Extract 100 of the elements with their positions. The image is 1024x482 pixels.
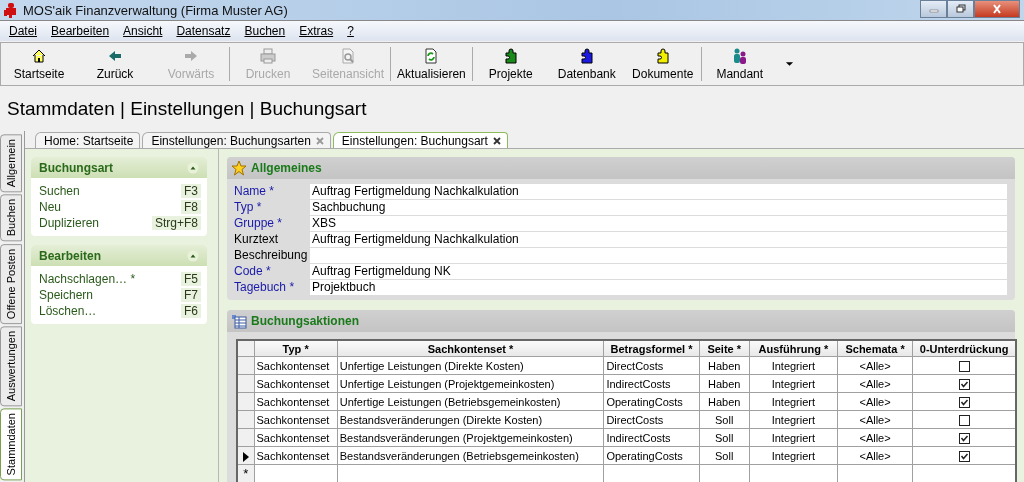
- table-cell: Sachkontenset: [254, 356, 338, 375]
- minimize-button[interactable]: [920, 0, 947, 18]
- section-title: Allgemeines: [251, 161, 322, 175]
- menu-item[interactable]: Bearbeiten: [44, 24, 117, 38]
- toolbar-button[interactable]: Dokumente: [624, 43, 701, 85]
- table-cell: <Alle>: [837, 392, 913, 411]
- field-label: Tagebuch *: [234, 280, 296, 295]
- close-icon[interactable]: [492, 136, 501, 145]
- close-icon: [991, 4, 1003, 14]
- table-cell: Integriert: [749, 410, 838, 429]
- menu-item[interactable]: Extras: [292, 24, 341, 38]
- field-label: Kurztext: [234, 232, 279, 247]
- row-header: [237, 340, 255, 357]
- table-cell: Haben: [699, 392, 750, 411]
- column-header[interactable]: Betragsformel *: [603, 340, 700, 357]
- toolbar-button[interactable]: Zurück: [77, 43, 153, 85]
- table-cell: Integriert: [749, 428, 838, 447]
- text-field[interactable]: Auftrag Fertigmeldung Nachkalkulation: [310, 184, 1007, 199]
- restore-icon: [954, 4, 967, 14]
- menu-item[interactable]: Datensatz: [169, 24, 238, 38]
- text-field[interactable]: [310, 248, 1007, 263]
- section-title: Buchungsaktionen: [251, 314, 359, 328]
- table-cell: DirectCosts: [603, 410, 700, 429]
- table-cell: Soll: [699, 428, 750, 447]
- text-field[interactable]: Auftrag Fertigmeldung Nachkalkulation: [310, 232, 1007, 247]
- checkbox[interactable]: [958, 378, 970, 390]
- magnifier-page-icon: [340, 47, 356, 64]
- printer-icon: [260, 47, 276, 64]
- task-link[interactable]: Duplizieren: [39, 216, 100, 230]
- menu-item[interactable]: ?: [340, 24, 361, 38]
- page-heading: Stammdaten | Einstellungen | Buchungsart: [6, 97, 368, 121]
- row-header[interactable]: [237, 446, 255, 465]
- column-header[interactable]: Schemata *: [837, 340, 913, 357]
- collapse-icon[interactable]: [187, 161, 199, 174]
- caret-icon: [785, 61, 795, 67]
- puzzle-icon: [502, 47, 519, 64]
- toolbar-button[interactable]: Mandant: [701, 43, 778, 85]
- table-cell: <Alle>: [837, 410, 913, 429]
- puzzle-icon: [654, 47, 671, 64]
- menu-item[interactable]: Datei: [2, 24, 44, 38]
- table-cell: <Alle>: [837, 446, 913, 465]
- table-cell: Unfertige Leistungen (Projektgemeinkosten): [337, 374, 604, 393]
- text-field[interactable]: XBS: [310, 216, 1007, 231]
- column-header[interactable]: Seite *: [699, 340, 750, 357]
- table-cell: Bestandsveränderungen (Projektgemeinkosten): [337, 428, 604, 447]
- table-cell: Bestandsveränderungen (Direkte Kosten): [337, 410, 604, 429]
- checkbox[interactable]: [958, 432, 970, 444]
- side-tab[interactable]: Allgemein: [0, 134, 22, 193]
- restore-button[interactable]: [947, 0, 974, 18]
- task-link[interactable]: Löschen…: [39, 304, 97, 318]
- side-tab[interactable]: Offene Posten: [0, 243, 22, 324]
- field-label: Code *: [234, 264, 272, 279]
- field-label: Gruppe *: [234, 216, 284, 231]
- column-header[interactable]: Typ *: [254, 340, 338, 357]
- toolbar-button[interactable]: Aktualisieren: [391, 43, 472, 85]
- column-header[interactable]: 0-Unterdrückung: [912, 340, 1016, 357]
- task-link[interactable]: Speichern: [39, 288, 94, 302]
- toolbar-button[interactable]: Startseite: [1, 43, 77, 85]
- table-cell: Haben: [699, 374, 750, 393]
- toolbar-button[interactable]: Datenbank: [548, 43, 625, 85]
- task-link[interactable]: Suchen: [39, 184, 80, 198]
- table-cell: Integriert: [749, 446, 838, 465]
- text-field[interactable]: Projektbuch: [310, 280, 1007, 295]
- shortcut-key: F8: [181, 200, 201, 214]
- menu-item[interactable]: Ansicht: [116, 24, 170, 38]
- table-cell: Sachkontenset: [254, 446, 338, 465]
- document-tab[interactable]: Home: Startseite: [35, 132, 141, 148]
- refresh-icon: [423, 47, 440, 64]
- table-cell: Unfertige Leistungen (Betriebsgemeinkosten): [337, 392, 604, 411]
- document-tab[interactable]: Einstellungen: Buchungsarten: [142, 132, 331, 148]
- table-cell: Sachkontenset: [254, 374, 338, 393]
- side-tab[interactable]: Buchen: [0, 194, 22, 242]
- column-header[interactable]: Ausführung *: [749, 340, 838, 357]
- toolbar-button[interactable]: Projekte: [472, 43, 549, 85]
- table-cell: IndirectCosts: [603, 428, 700, 447]
- document-tab[interactable]: Einstellungen: Buchungsart: [332, 132, 508, 148]
- checkbox[interactable]: [958, 396, 970, 408]
- app-icon: [3, 2, 19, 18]
- shortcut-key: Strg+F8: [151, 216, 201, 230]
- side-tab[interactable]: Auswertungen: [0, 325, 22, 407]
- task-link[interactable]: Neu: [39, 200, 61, 214]
- task-link[interactable]: Nachschlagen… *: [39, 272, 136, 286]
- table-cell: Sachkontenset: [254, 428, 338, 447]
- table-cell: OperatingCosts: [603, 392, 700, 411]
- current-row-icon: [242, 451, 249, 462]
- panel-title: Buchungsart: [39, 160, 113, 175]
- collapse-icon[interactable]: [187, 249, 199, 262]
- close-button[interactable]: [974, 0, 1020, 18]
- checkbox[interactable]: [958, 414, 970, 426]
- checkbox[interactable]: [958, 360, 970, 372]
- checkbox[interactable]: [958, 450, 970, 462]
- text-field[interactable]: Auftrag Fertigmeldung NK: [310, 264, 1007, 279]
- window-title: MOS'aik Finanzverwaltung (Firma Muster AG): [23, 2, 288, 18]
- text-field[interactable]: Sachbuchung: [310, 200, 1007, 215]
- menu-item[interactable]: Buchen: [237, 24, 293, 38]
- table-icon: [231, 313, 247, 329]
- column-header[interactable]: Sachkontenset *: [337, 340, 604, 357]
- field-label: Name *: [234, 184, 275, 199]
- side-tab[interactable]: Stammdaten: [0, 408, 22, 481]
- puzzle-icon: [578, 47, 595, 64]
